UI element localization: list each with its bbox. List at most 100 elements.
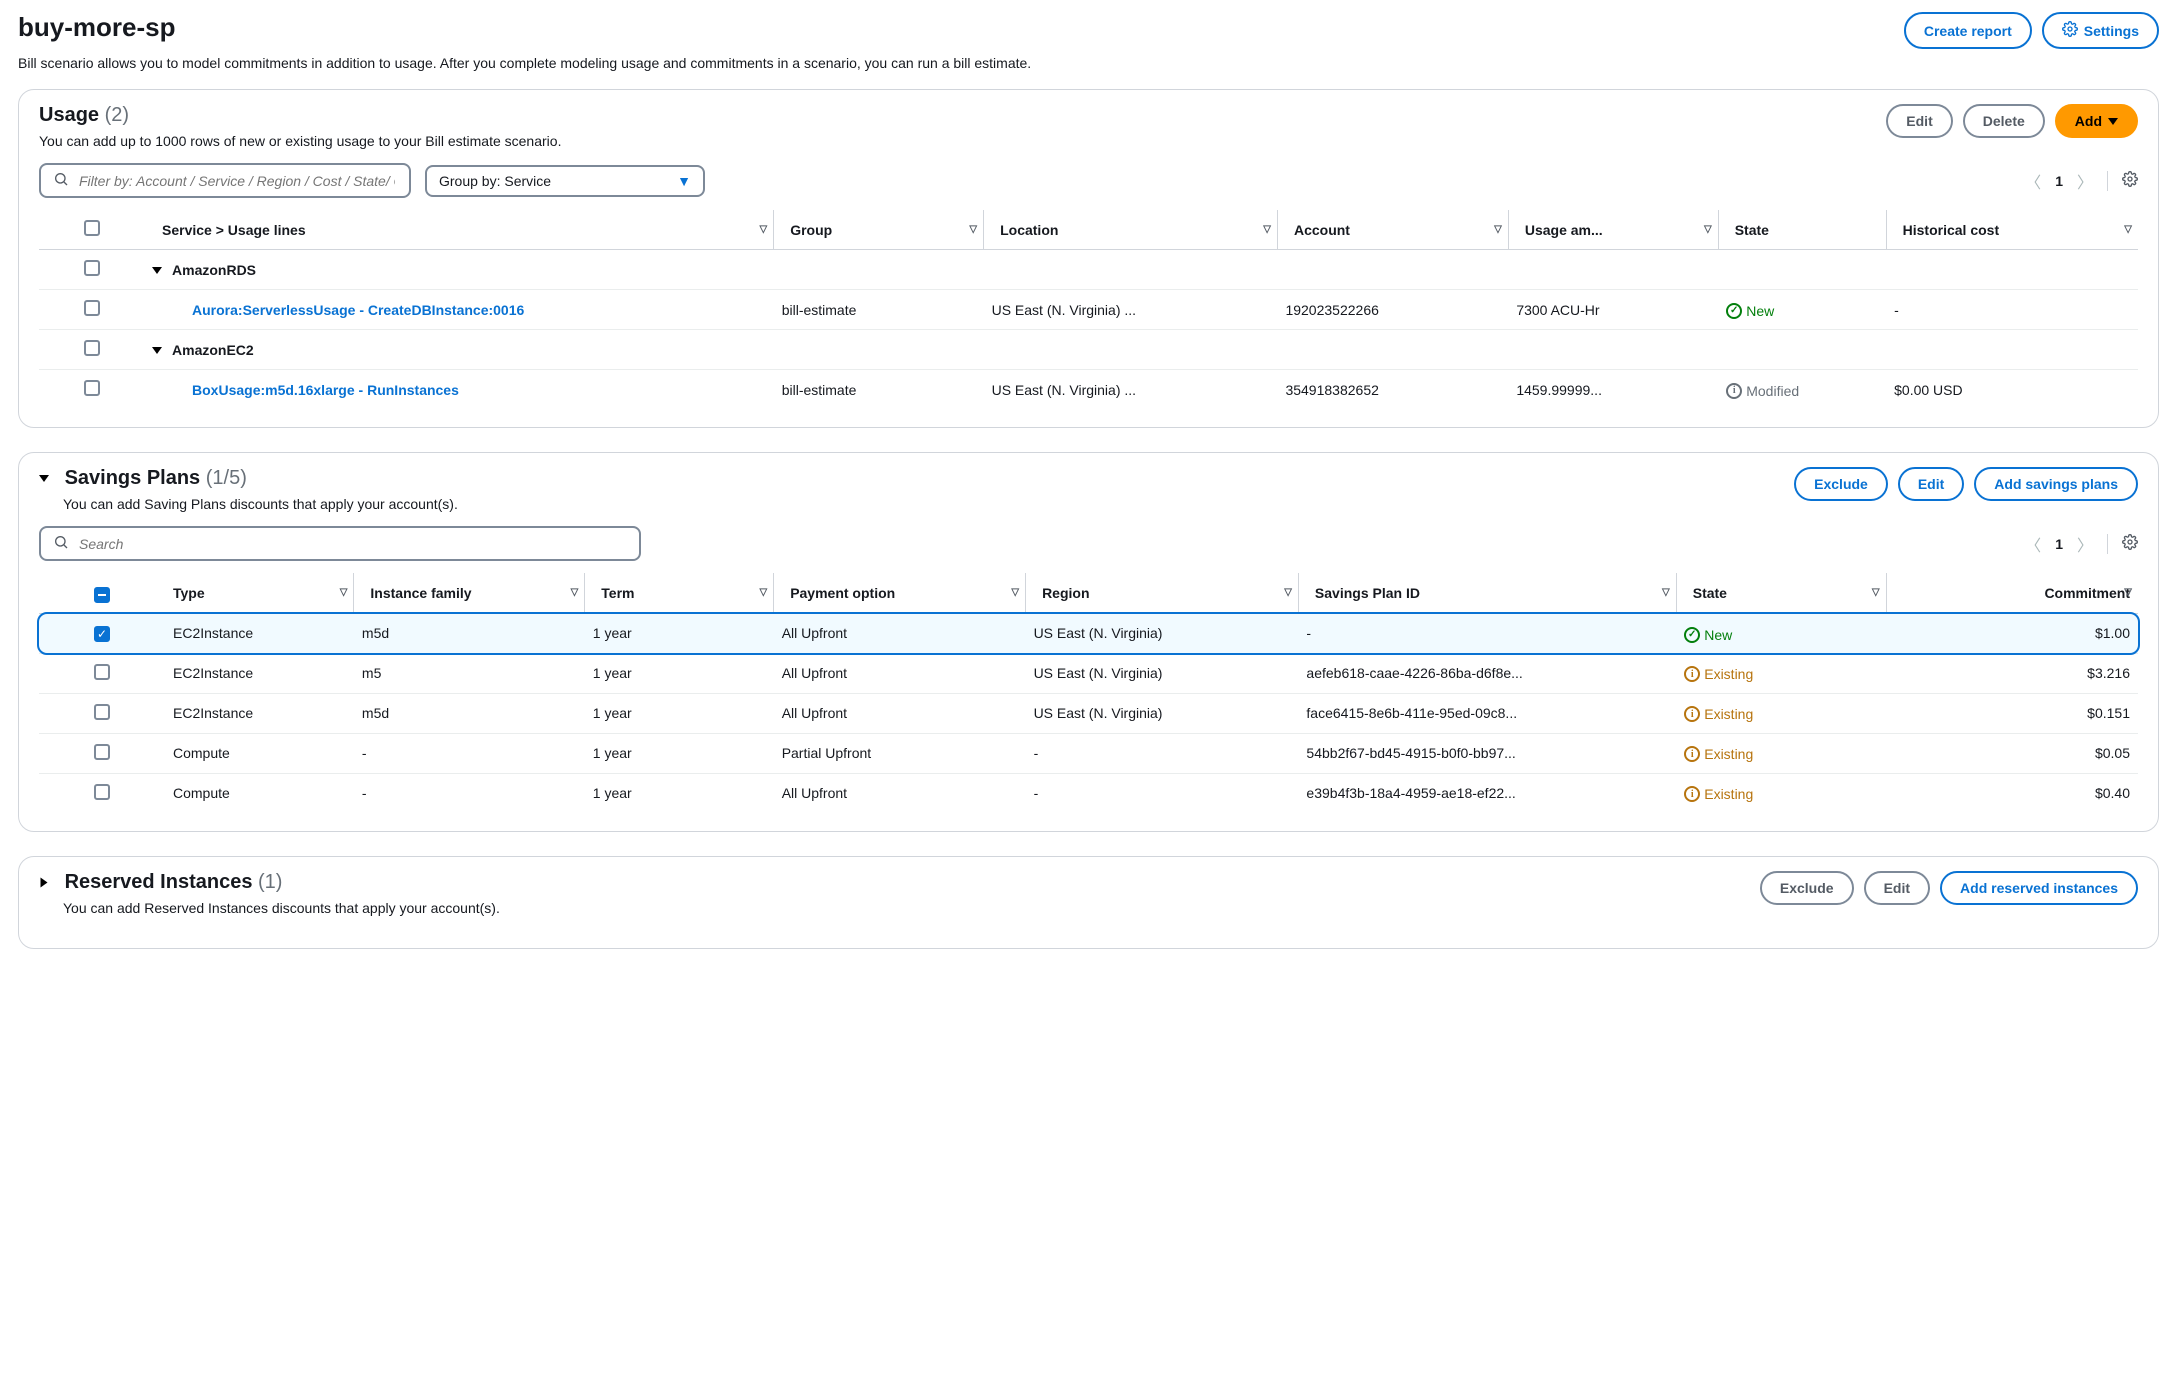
- usage-add-button[interactable]: Add: [2055, 104, 2138, 138]
- group-toggle-icon[interactable]: [152, 347, 162, 354]
- usage-group-name: AmazonEC2: [172, 342, 254, 358]
- sort-icon[interactable]: ▽: [571, 587, 579, 598]
- savings-cell-term: 1 year: [585, 653, 774, 693]
- savings-next-page[interactable]: 〉: [2077, 532, 2093, 556]
- savings-cell-commitment: $0.40: [1886, 773, 2138, 813]
- col-state[interactable]: State: [1735, 222, 1769, 238]
- usage-groupby-select[interactable]: Group by: Service ▼: [425, 165, 705, 197]
- usage-add-label: Add: [2075, 113, 2102, 129]
- savings-exclude-button[interactable]: Exclude: [1794, 467, 1888, 501]
- usage-line-link[interactable]: Aurora:ServerlessUsage - CreateDBInstanc…: [152, 302, 524, 318]
- savings-panel: Savings Plans (1/5) You can add Saving P…: [18, 452, 2159, 832]
- usage-cell-location: US East (N. Virginia) ...: [984, 370, 1278, 410]
- savings-cell-term: 1 year: [585, 693, 774, 733]
- usage-group-name: AmazonRDS: [172, 262, 256, 278]
- caret-down-icon: ▼: [677, 173, 691, 189]
- check-circle-icon: ✓: [1684, 627, 1700, 643]
- savings-title: Savings Plans: [65, 467, 201, 489]
- savings-row-checkbox[interactable]: ✓: [94, 626, 110, 642]
- savings-cell-plan-id: 54bb2f67-bd45-4915-b0f0-bb97...: [1298, 733, 1676, 773]
- col-group[interactable]: Group: [790, 222, 832, 238]
- col-service[interactable]: Service > Usage lines: [152, 222, 306, 238]
- usage-filter-input[interactable]: [39, 163, 411, 198]
- savings-search-field[interactable]: [77, 535, 627, 553]
- usage-delete-button[interactable]: Delete: [1963, 104, 2045, 138]
- sort-icon[interactable]: ▽: [1263, 224, 1271, 235]
- sort-icon[interactable]: ▽: [759, 587, 767, 598]
- sort-icon[interactable]: ▽: [760, 224, 768, 235]
- usage-edit-button[interactable]: Edit: [1886, 104, 1952, 138]
- col-state[interactable]: State: [1693, 585, 1727, 601]
- col-term[interactable]: Term: [601, 585, 634, 601]
- info-circle-icon: i: [1684, 666, 1700, 682]
- col-location[interactable]: Location: [1000, 222, 1058, 238]
- usage-filter-field[interactable]: [77, 172, 397, 190]
- col-historical-cost[interactable]: Historical cost: [1903, 222, 1999, 238]
- reserved-add-button[interactable]: Add reserved instances: [1940, 871, 2138, 905]
- sort-icon[interactable]: ▽: [1662, 587, 1670, 598]
- savings-cell-type: EC2Instance: [165, 653, 354, 693]
- sort-icon[interactable]: ▽: [1704, 224, 1712, 235]
- savings-cell-type: EC2Instance: [165, 614, 354, 654]
- usage-row-checkbox[interactable]: [84, 300, 100, 316]
- sort-icon[interactable]: ▽: [2124, 224, 2132, 235]
- state-badge-existing: iExisting: [1684, 746, 1753, 762]
- page-title: buy-more-sp: [18, 12, 175, 43]
- sort-icon[interactable]: ▽: [969, 224, 977, 235]
- col-usage-amount[interactable]: Usage am...: [1525, 222, 1603, 238]
- savings-cell-commitment: $0.151: [1886, 693, 2138, 733]
- reserved-description: You can add Reserved Instances discounts…: [63, 900, 500, 916]
- sort-icon[interactable]: ▽: [1494, 224, 1502, 235]
- col-account[interactable]: Account: [1294, 222, 1350, 238]
- savings-cell-term: 1 year: [585, 733, 774, 773]
- create-report-button[interactable]: Create report: [1904, 12, 2032, 49]
- usage-prev-page[interactable]: 〈: [2025, 169, 2041, 193]
- savings-edit-button[interactable]: Edit: [1898, 467, 1964, 501]
- col-family[interactable]: Instance family: [370, 585, 471, 601]
- usage-cell-group: bill-estimate: [774, 290, 984, 330]
- sort-icon[interactable]: ▽: [1872, 587, 1880, 598]
- usage-select-all-checkbox[interactable]: [84, 220, 100, 236]
- savings-row-checkbox[interactable]: [94, 664, 110, 680]
- state-badge-existing: iExisting: [1684, 786, 1753, 802]
- savings-row-checkbox[interactable]: [94, 704, 110, 720]
- state-badge-new: ✓New: [1726, 303, 1774, 319]
- sort-icon[interactable]: ▽: [1284, 587, 1292, 598]
- reserved-exclude-button[interactable]: Exclude: [1760, 871, 1854, 905]
- usage-line-link[interactable]: BoxUsage:m5d.16xlarge - RunInstances: [152, 382, 459, 398]
- sort-icon[interactable]: ▽: [340, 587, 348, 598]
- savings-collapse-toggle[interactable]: [39, 475, 49, 482]
- group-toggle-icon[interactable]: [152, 267, 162, 274]
- col-region[interactable]: Region: [1042, 585, 1089, 601]
- savings-row-checkbox[interactable]: [94, 744, 110, 760]
- usage-row-checkbox[interactable]: [84, 380, 100, 396]
- usage-settings-icon[interactable]: [2122, 171, 2138, 190]
- sort-icon[interactable]: ▽: [2124, 587, 2132, 598]
- col-commitment[interactable]: Commitment: [2044, 585, 2130, 601]
- state-badge-existing: iExisting: [1684, 666, 1753, 682]
- col-payment[interactable]: Payment option: [790, 585, 895, 601]
- savings-prev-page[interactable]: 〈: [2025, 532, 2041, 556]
- usage-description: You can add up to 1000 rows of new or ex…: [39, 133, 561, 149]
- savings-row-checkbox[interactable]: [94, 784, 110, 800]
- savings-search-input[interactable]: [39, 526, 641, 561]
- page-description: Bill scenario allows you to model commit…: [18, 55, 2159, 71]
- usage-group-checkbox[interactable]: [84, 340, 100, 356]
- savings-cell-plan-id: e39b4f3b-18a4-4959-ae18-ef22...: [1298, 773, 1676, 813]
- savings-add-button[interactable]: Add savings plans: [1974, 467, 2138, 501]
- col-type[interactable]: Type: [173, 585, 205, 601]
- state-badge-new: ✓New: [1684, 627, 1732, 643]
- settings-button[interactable]: Settings: [2042, 12, 2159, 49]
- reserved-collapse-toggle[interactable]: [41, 877, 48, 887]
- usage-next-page[interactable]: 〉: [2077, 169, 2093, 193]
- savings-cell-plan-id: -: [1298, 614, 1676, 654]
- reserved-edit-button[interactable]: Edit: [1864, 871, 1930, 905]
- col-plan-id[interactable]: Savings Plan ID: [1315, 585, 1420, 601]
- usage-group-checkbox[interactable]: [84, 260, 100, 276]
- savings-select-all-checkbox[interactable]: [94, 587, 110, 603]
- usage-table: Service > Usage lines▽ Group▽ Location▽ …: [39, 210, 2138, 409]
- savings-cell-region: -: [1026, 733, 1299, 773]
- savings-cell-family: m5d: [354, 693, 585, 733]
- sort-icon[interactable]: ▽: [1011, 587, 1019, 598]
- savings-settings-icon[interactable]: [2122, 534, 2138, 553]
